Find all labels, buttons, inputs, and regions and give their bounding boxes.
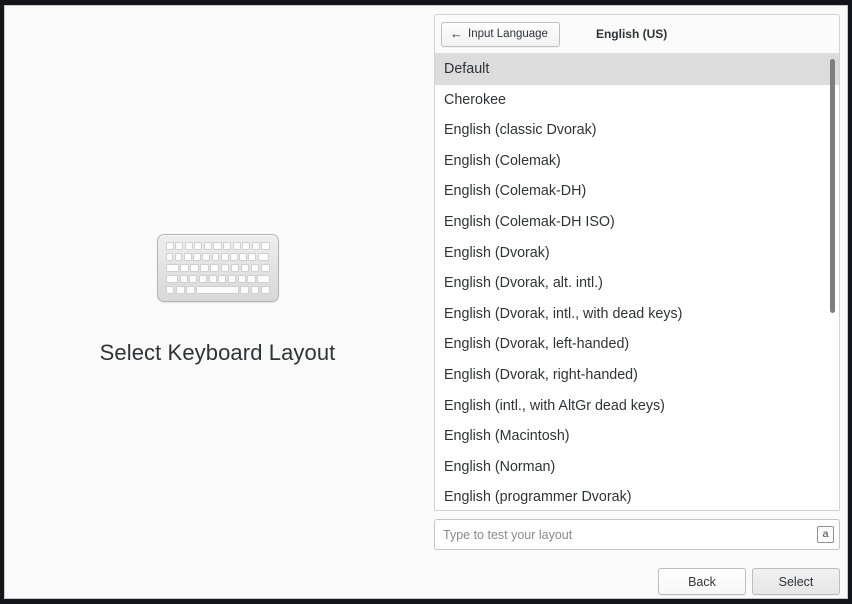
layout-list-item[interactable]: English (intl., with AltGr dead keys) (435, 391, 839, 422)
keyboard-icon-key (218, 275, 227, 283)
keyboard-icon-key (220, 253, 229, 261)
keyboard-icon-key (237, 275, 246, 283)
keyboard-icon-key (165, 275, 179, 283)
keyboard-icon-key (250, 286, 260, 294)
layout-test-field[interactable]: a (434, 519, 840, 550)
layout-list-item[interactable]: English (Dvorak, left-handed) (435, 329, 839, 360)
back-button[interactable]: Back (658, 568, 746, 595)
layout-list-item[interactable]: Default (435, 54, 839, 85)
keyboard-icon-key (165, 286, 175, 294)
keyboard-icon-row (165, 286, 270, 294)
keyboard-icon-key (239, 253, 247, 261)
keyboard-icon-key (198, 275, 208, 283)
keyboard-icon (156, 234, 279, 302)
keyboard-icon-key (257, 275, 270, 283)
keyboard-icon-key (186, 286, 195, 294)
keyboard-icon-key (240, 264, 250, 272)
layout-list-item[interactable]: English (Colemak) (435, 146, 839, 177)
keyboard-layout-list[interactable]: Default Cherokee English (classic Dvorak) E… (434, 53, 840, 511)
keyboard-icon-row (165, 275, 270, 283)
layout-list-item[interactable]: English (Dvorak, right-handed) (435, 360, 839, 391)
keyboard-icon-key (193, 253, 201, 261)
keyboard-indicator-icon[interactable]: a (817, 526, 834, 543)
layout-list-item[interactable]: English (Dvorak) (435, 238, 839, 269)
keyboard-icon-key (232, 242, 241, 250)
keyboard-icon-key (175, 242, 184, 250)
keyboard-icon-key (250, 264, 260, 272)
dialog-footer: Back Select (434, 568, 840, 596)
keyboard-icon-key (242, 242, 251, 250)
keyboard-icon-key (194, 242, 203, 250)
layout-selection-panel: ← Input Language English (US) Default Che… (430, 6, 847, 598)
keyboard-icon-key (202, 253, 211, 261)
keyboard-icon-key (184, 242, 193, 250)
layout-list-item[interactable]: English (Dvorak, intl., with dead keys) (435, 299, 839, 330)
page-title: Select Keyboard Layout (99, 340, 336, 365)
layout-list-item[interactable]: English (Dvorak, alt. intl.) (435, 268, 839, 299)
keyboard-icon-key (165, 242, 174, 250)
keyboard-icon-key (165, 264, 179, 272)
list-scrollbar-thumb[interactable] (830, 59, 835, 313)
keyboard-icon-row (165, 253, 270, 261)
keyboard-layout-list-scroll: Default Cherokee English (classic Dvorak) E… (435, 54, 839, 510)
keyboard-icon-key (179, 275, 188, 283)
left-illustration-panel: Select Keyboard Layout (5, 6, 430, 598)
keyboard-icon-key (223, 242, 232, 250)
keyboard-icon-key (257, 253, 270, 261)
keyboard-icon-key (261, 242, 270, 250)
keyboard-icon-key (230, 253, 238, 261)
layout-test-input[interactable] (443, 520, 817, 549)
keyboard-layout-dialog: Select Keyboard Layout ← Input Language … (4, 5, 848, 599)
keyboard-icon-key (200, 264, 209, 272)
keyboard-icon-key (183, 253, 192, 261)
layout-list-item[interactable]: English (Norman) (435, 452, 839, 483)
keyboard-icon-key (213, 242, 222, 250)
keyboard-icon-row (165, 264, 270, 272)
keyboard-icon-key (248, 253, 257, 261)
layout-list-item[interactable]: English (classic Dvorak) (435, 115, 839, 146)
keyboard-icon-row (165, 242, 270, 250)
left-panel-content: Select Keyboard Layout (5, 234, 430, 366)
back-arrow-icon: ← (450, 25, 463, 41)
current-language-label: English (US) (595, 27, 668, 41)
back-to-input-language-button[interactable]: ← Input Language (441, 21, 560, 47)
layout-list-item[interactable]: English (Colemak-DH) (435, 176, 839, 207)
layout-list-item[interactable]: English (programmer Dvorak) (435, 482, 839, 510)
keyboard-icon-key (174, 253, 183, 261)
keyboard-icon-key (220, 264, 230, 272)
keyboard-icon-key (247, 275, 256, 283)
keyboard-icon-key (260, 286, 270, 294)
keyboard-icon-key (189, 275, 198, 283)
keyboard-icon-key (211, 253, 220, 261)
keyboard-icon-key (180, 264, 189, 272)
layout-list-item[interactable]: English (Macintosh) (435, 421, 839, 452)
keyboard-icon-key (175, 286, 185, 294)
keyboard-icon-key (190, 264, 199, 272)
back-to-input-language-label: Input Language (468, 28, 548, 40)
keyboard-icon-key (230, 264, 240, 272)
keyboard-icon-key (165, 253, 174, 261)
keyboard-icon-key (240, 286, 249, 294)
keyboard-icon-spacebar (196, 286, 239, 294)
select-button[interactable]: Select (752, 568, 840, 595)
list-header-bar: ← Input Language English (US) (434, 14, 840, 53)
keyboard-icon-key (260, 264, 270, 272)
keyboard-icon-key (210, 264, 220, 272)
list-scrollbar[interactable] (828, 54, 837, 510)
keyboard-icon-key (227, 275, 237, 283)
keyboard-icon-key (251, 242, 260, 250)
keyboard-icon-key (208, 275, 217, 283)
layout-list-item[interactable]: Cherokee (435, 85, 839, 116)
layout-list-item[interactable]: English (Colemak-DH ISO) (435, 207, 839, 238)
keyboard-icon-key (203, 242, 212, 250)
